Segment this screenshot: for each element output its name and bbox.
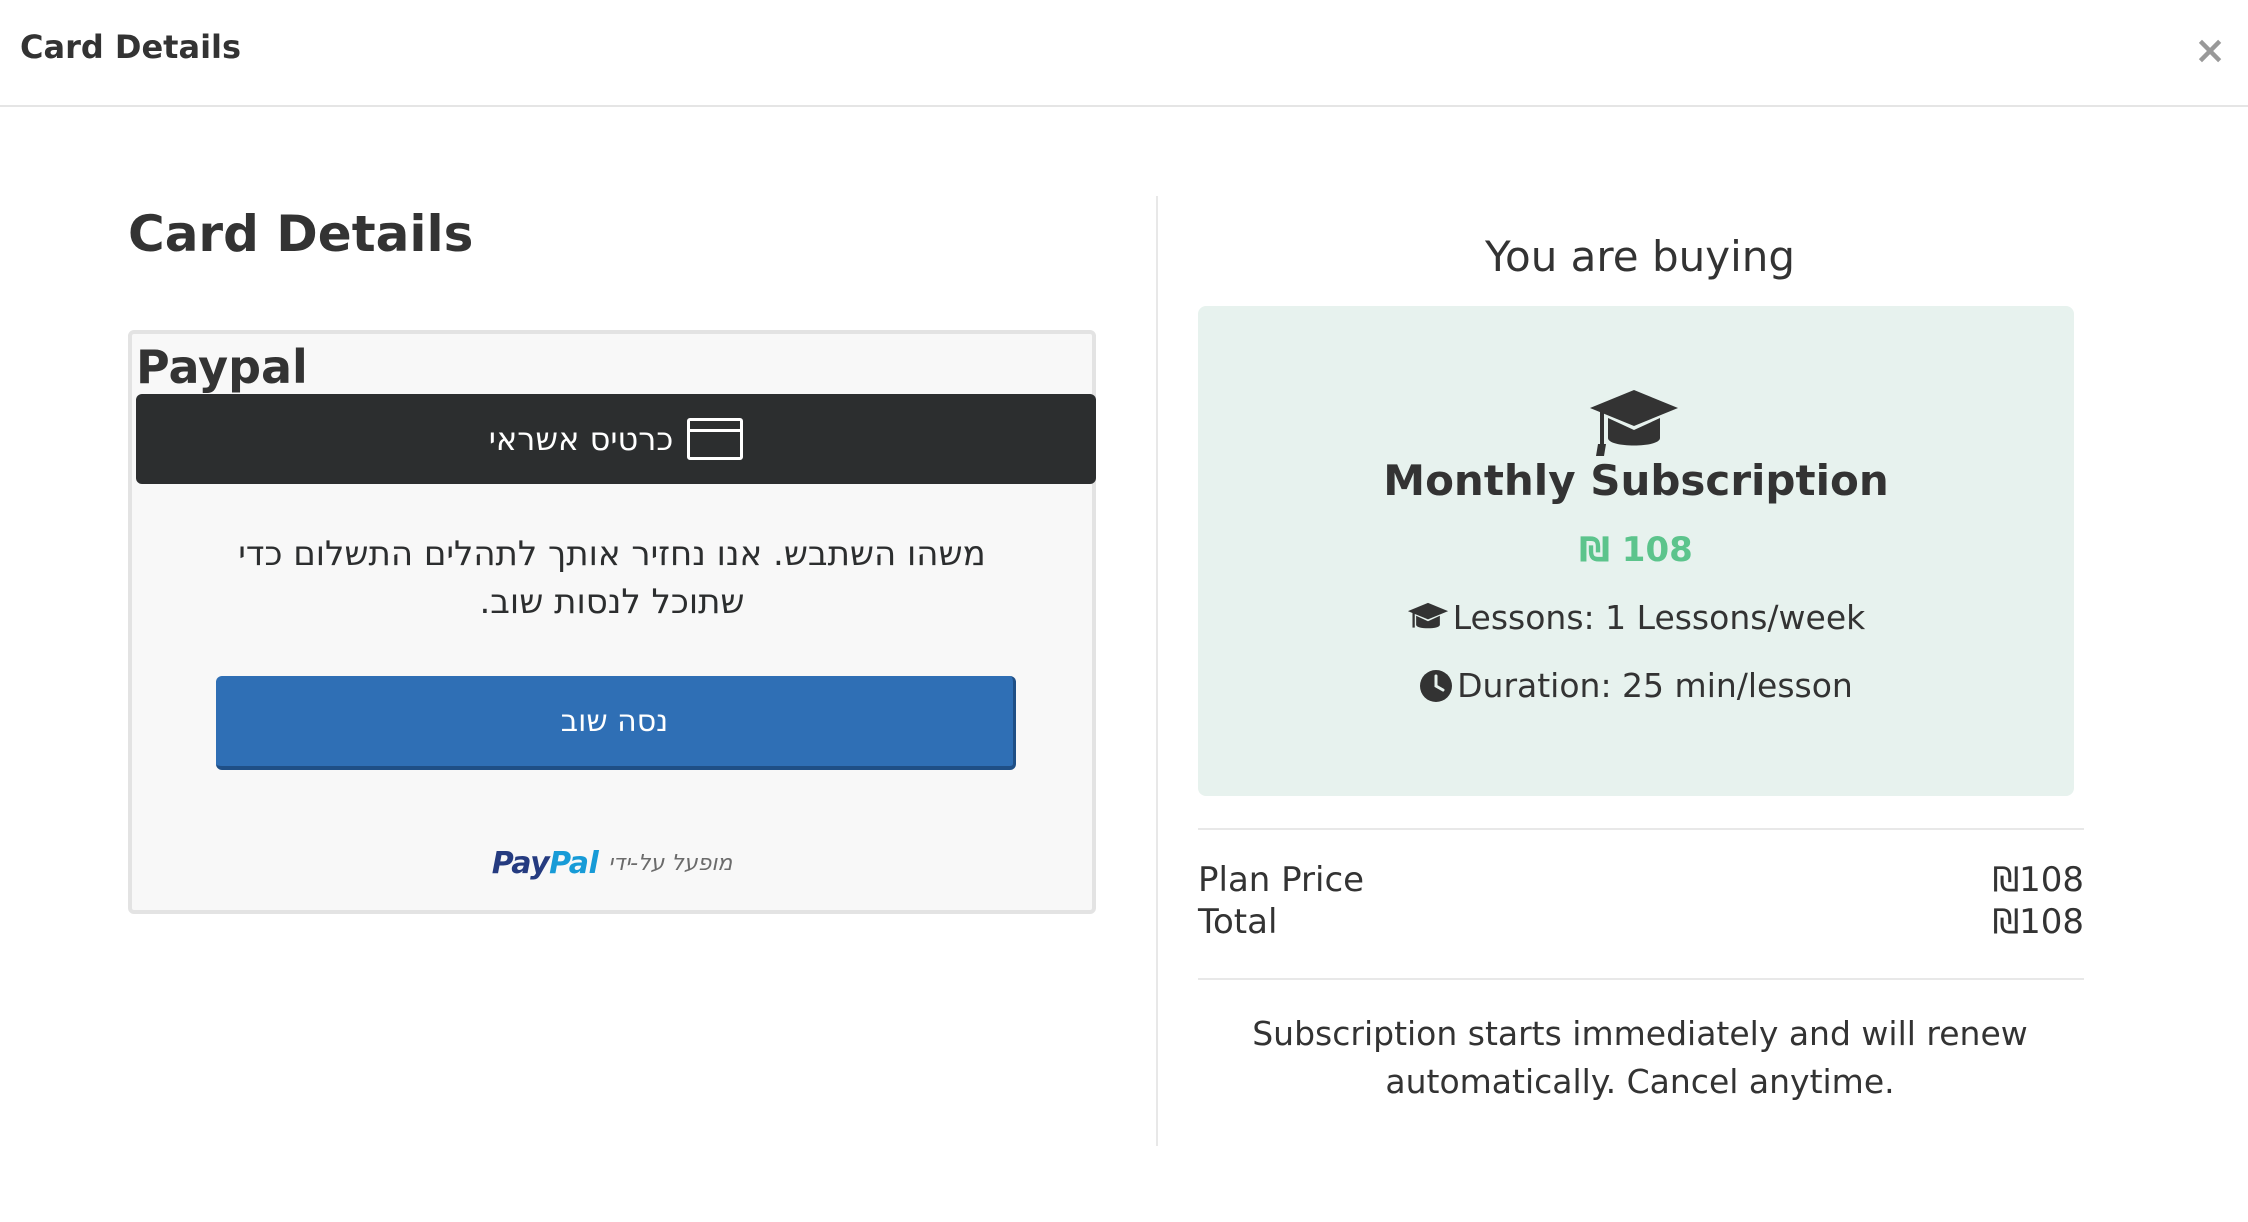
plan-price-value: ₪108: [1992, 860, 2084, 900]
credit-card-button[interactable]: כרטיס אשראי: [136, 394, 1096, 484]
plan-price-row: Plan Price ₪108: [1198, 860, 2084, 900]
total-label: Total: [1198, 902, 1278, 942]
modal-title: Card Details: [20, 28, 242, 66]
credit-card-button-label: כרטיס אשראי: [488, 420, 674, 458]
paypal-title: Paypal: [136, 340, 308, 394]
paypal-logo-pal: Pal: [549, 846, 599, 881]
total-value: ₪108: [1992, 902, 2084, 942]
subscription-note: Subscription starts immediately and will…: [1252, 1014, 2028, 1101]
paypal-logo-pay: Pay: [491, 846, 550, 881]
lessons-text: Lessons: 1 Lessons/week: [1452, 598, 1866, 637]
duration-line: Duration: 25 min/lesson: [1198, 666, 2074, 705]
lessons-line: Lessons: 1 Lessons/week: [1198, 598, 2074, 637]
powered-by-text: מופעל על-ידי: [608, 851, 733, 876]
powered-by-paypal: PayPal מופעל על-ידי: [132, 846, 1092, 881]
card-details-heading: Card Details: [128, 205, 474, 263]
graduation-cap-icon: [1407, 602, 1448, 628]
total-row: Total ₪108: [1198, 902, 2084, 942]
retry-button[interactable]: נסה שוב: [216, 676, 1016, 770]
you-are-buying-title: You are buying: [1484, 232, 1796, 281]
credit-card-icon: [687, 418, 744, 460]
modal-header: Card Details ×: [0, 0, 2248, 107]
graduation-cap-icon: [1590, 390, 1678, 456]
card-details-section: Card Details: [128, 200, 1096, 268]
plan-price-label: Plan Price: [1198, 860, 1365, 900]
duration-text: Duration: 25 min/lesson: [1457, 666, 1853, 705]
divider: [1198, 828, 2084, 830]
error-message: משהו השתבש. אנו נחזיר אותך לתהלים התשלום…: [238, 534, 986, 622]
plan-card: Monthly Subscription ₪ 108 Lessons: 1 Le…: [1198, 306, 2074, 796]
column-divider: [1156, 196, 1158, 1146]
close-icon[interactable]: ×: [2190, 30, 2230, 70]
paypal-logo: PayPal: [492, 846, 599, 881]
divider: [1198, 978, 2084, 980]
plan-price: ₪ 108: [1579, 530, 1693, 570]
paypal-frame: Paypal כרטיס אשראי משהו השתבש. אנו נחזיר…: [128, 330, 1096, 914]
plan-name: Monthly Subscription: [1383, 456, 1889, 505]
clock-icon: [1420, 669, 1453, 702]
